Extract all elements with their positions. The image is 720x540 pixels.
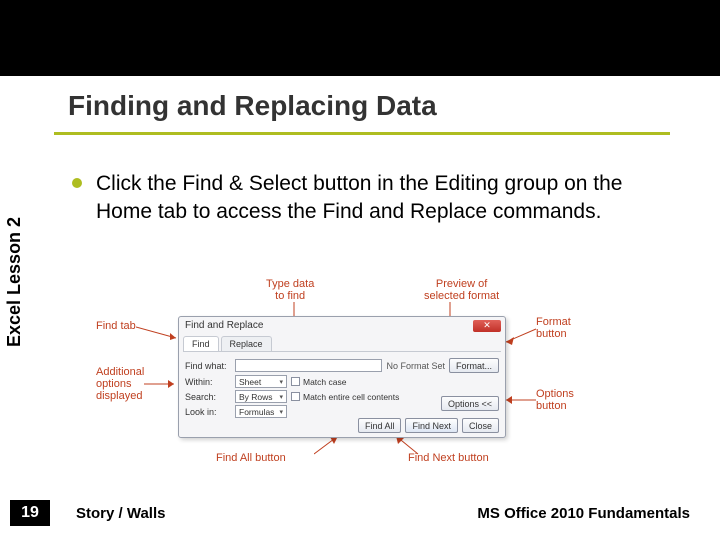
format-button[interactable]: Format... (449, 358, 499, 373)
within-dropdown[interactable]: Sheet ▾ (235, 375, 287, 388)
chevron-down-icon: ▾ (279, 393, 283, 401)
find-next-button[interactable]: Find Next (405, 418, 458, 433)
header-bar (0, 0, 720, 76)
close-button[interactable]: ✕ (473, 320, 501, 332)
chevron-down-icon: ▾ (279, 408, 283, 416)
slide-title: Finding and Replacing Data (68, 90, 437, 122)
arrow-icon (502, 326, 538, 346)
footer-left: Story / Walls (76, 505, 165, 522)
dialog-title: Find and Replace (179, 317, 505, 334)
find-what-input[interactable] (235, 359, 382, 372)
arrow-icon (136, 324, 182, 344)
within-label: Within: (185, 377, 231, 387)
callout-additional-options: Additional options displayed (96, 366, 144, 402)
chevron-down-icon: ▾ (279, 378, 283, 386)
find-replace-dialog: Find and Replace ✕ Find Replace Find wha… (178, 316, 506, 438)
bullet-icon (72, 178, 82, 188)
arrow-icon (502, 392, 538, 408)
tab-replace[interactable]: Replace (221, 336, 272, 351)
within-value: Sheet (239, 377, 261, 387)
match-case-checkbox[interactable]: Match case (291, 377, 346, 387)
lookin-label: Look in: (185, 407, 231, 417)
body-text: Click the Find & Select button in the Ed… (96, 170, 676, 227)
callout-find-next: Find Next button (408, 452, 489, 464)
close-dialog-button[interactable]: Close (462, 418, 499, 433)
annotated-screenshot: Find tab Type data to find Preview of se… (96, 280, 636, 470)
match-entire-checkbox[interactable]: Match entire cell contents (291, 392, 399, 402)
callout-format-button: Format button (536, 316, 571, 340)
lookin-value: Formulas (239, 407, 274, 417)
page-number: 19 (10, 500, 50, 526)
footer-right: MS Office 2010 Fundamentals (477, 505, 690, 522)
search-value: By Rows (239, 392, 273, 402)
callout-options-button: Options button (536, 388, 574, 412)
lookin-dropdown[interactable]: Formulas ▾ (235, 405, 287, 418)
tab-find[interactable]: Find (183, 336, 219, 351)
header-notch (42, 56, 102, 76)
search-label: Search: (185, 392, 231, 402)
find-what-label: Find what: (185, 361, 231, 371)
options-button[interactable]: Options << (441, 396, 499, 411)
title-divider (54, 132, 670, 135)
format-preview: No Format Set (386, 361, 445, 371)
arrow-icon (144, 378, 180, 392)
search-dropdown[interactable]: By Rows ▾ (235, 390, 287, 403)
callout-find-all: Find All button (216, 452, 286, 464)
callout-type-data: Type data to find (266, 278, 314, 302)
find-all-button[interactable]: Find All (358, 418, 402, 433)
callout-find-tab: Find tab (96, 320, 136, 332)
callout-preview-format: Preview of selected format (424, 278, 499, 302)
sidebar-label: Excel Lesson 2 (4, 217, 25, 347)
